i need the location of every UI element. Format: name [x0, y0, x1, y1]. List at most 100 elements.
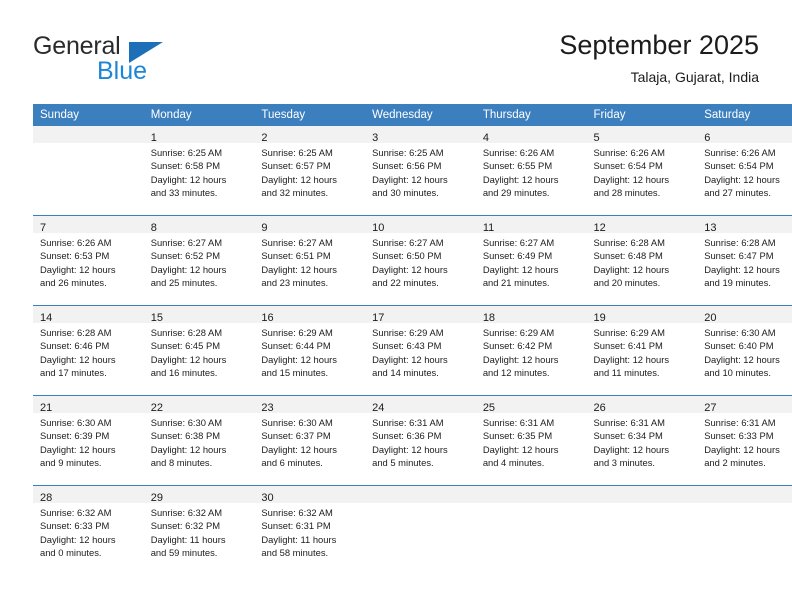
day-number: 29 [150, 492, 163, 504]
day-number: 5 [593, 132, 600, 144]
day-number: 25 [482, 402, 496, 414]
day-number-band: 8 [143, 216, 255, 234]
day-cell[interactable]: 11 Sunrise: 6:27 AM Sunset: 6:49 PM Dayligh… [475, 215, 587, 306]
day-cell[interactable]: 12 Sunrise: 6:28 AM Sunset: 6:48 PM Dayligh… [586, 215, 698, 306]
sunset-text: Sunset: 6:46 PM [40, 340, 110, 352]
sunrise-text: Sunrise: 6:29 AM [593, 327, 665, 338]
daylight-text-line1: Daylight: 12 hours [372, 443, 448, 455]
sunset-text: Sunset: 6:37 PM [261, 430, 331, 442]
day-cell[interactable]: 1 Sunrise: 6:25 AM Sunset: 6:58 PM Daylight… [143, 126, 255, 216]
day-cell[interactable]: 18 Sunrise: 6:29 AM Sunset: 6:42 PM Dayligh… [475, 305, 587, 396]
day-cell[interactable]: 17 Sunrise: 6:29 AM Sunset: 6:43 PM Dayligh… [365, 305, 476, 396]
daylight-text-line1: Daylight: 11 hours [261, 533, 337, 545]
day-cell-details [33, 143, 144, 146]
day-cell[interactable]: 21 Sunrise: 6:30 AM Sunset: 6:39 PM Dayligh… [33, 395, 144, 486]
day-cell[interactable]: 16 Sunrise: 6:29 AM Sunset: 6:44 PM Dayligh… [254, 305, 366, 396]
day-cell[interactable]: 26 Sunrise: 6:31 AM Sunset: 6:34 PM Dayligh… [586, 395, 698, 486]
day-cell[interactable]: 22 Sunrise: 6:30 AM Sunset: 6:38 PM Dayligh… [143, 395, 255, 486]
sunset-text: Sunset: 6:54 PM [704, 160, 774, 172]
day-cell-inner: 10 Sunrise: 6:27 AM Sunset: 6:50 PM Dayligh… [365, 216, 476, 305]
day-cell[interactable]: 7 Sunrise: 6:26 AM Sunset: 6:53 PM Daylight… [33, 215, 144, 306]
day-cell-details: Sunrise: 6:28 AM Sunset: 6:48 PM Daylight:… [587, 233, 698, 289]
sunrise-text: Sunrise: 6:26 AM [704, 147, 776, 158]
day-cell[interactable]: 29 Sunrise: 6:32 AM Sunset: 6:32 PM Dayligh… [143, 485, 255, 575]
daylight-text-line1: Daylight: 12 hours [40, 353, 116, 365]
day-cell[interactable]: 25 Sunrise: 6:31 AM Sunset: 6:35 PM Dayligh… [475, 395, 587, 486]
day-cell[interactable]: 14 Sunrise: 6:28 AM Sunset: 6:46 PM Dayligh… [33, 305, 144, 396]
sunrise-text: Sunrise: 6:31 AM [482, 417, 555, 428]
day-number: 10 [372, 222, 385, 234]
sunrise-text: Sunrise: 6:27 AM [482, 237, 555, 248]
day-cell[interactable]: 6 Sunrise: 6:26 AM Sunset: 6:54 PM Daylight… [697, 126, 792, 216]
calendar-week-row: 14 Sunrise: 6:28 AM Sunset: 6:46 PM Dayligh… [33, 305, 792, 396]
daylight-text-line1: Daylight: 12 hours [261, 263, 337, 275]
day-cell-details: Sunrise: 6:31 AM Sunset: 6:35 PM Daylight:… [476, 413, 587, 469]
sunset-text: Sunset: 6:50 PM [372, 250, 442, 262]
day-number-band: 14 [33, 306, 144, 324]
daylight-text-line2: and 0 minutes. [40, 546, 102, 558]
daylight-text-line1: Daylight: 12 hours [704, 443, 780, 455]
day-cell-inner: 16 Sunrise: 6:29 AM Sunset: 6:44 PM Dayligh… [254, 306, 366, 395]
day-cell[interactable]: 15 Sunrise: 6:28 AM Sunset: 6:45 PM Dayligh… [143, 305, 255, 396]
day-cell[interactable]: 30 Sunrise: 6:32 AM Sunset: 6:31 PM Dayligh… [254, 485, 366, 575]
daylight-text-line2: and 14 minutes. [372, 366, 439, 378]
day-cell-inner [33, 126, 144, 215]
day-cell[interactable]: 3 Sunrise: 6:25 AM Sunset: 6:56 PM Daylight… [365, 126, 476, 216]
sunrise-text: Sunrise: 6:25 AM [150, 147, 223, 158]
day-cell-details: Sunrise: 6:27 AM Sunset: 6:51 PM Daylight:… [254, 233, 365, 289]
sunset-text: Sunset: 6:47 PM [704, 250, 774, 262]
day-cell[interactable]: 4 Sunrise: 6:26 AM Sunset: 6:55 PM Daylight… [475, 126, 587, 216]
daylight-text-line2: and 17 minutes. [40, 366, 107, 378]
day-number-band: 22 [143, 396, 255, 414]
daylight-text-line2: and 15 minutes. [261, 366, 329, 378]
day-cell[interactable]: 2 Sunrise: 6:25 AM Sunset: 6:57 PM Daylight… [254, 126, 366, 216]
day-cell-inner [475, 486, 587, 575]
day-number: 12 [593, 222, 606, 234]
calendar-table: Sunday Monday Tuesday Wednesday Thursday Frid… [33, 104, 792, 575]
sunset-text: Sunset: 6:32 PM [150, 520, 221, 532]
day-cell-empty [586, 485, 698, 575]
day-number-band: 25 [475, 396, 587, 414]
day-cell-inner: 30 Sunrise: 6:32 AM Sunset: 6:31 PM Dayligh… [254, 486, 366, 575]
day-cell[interactable]: 23 Sunrise: 6:30 AM Sunset: 6:37 PM Dayligh… [254, 395, 366, 486]
daylight-text-line2: and 4 minutes. [482, 456, 545, 468]
day-number-band [586, 486, 698, 503]
day-cell[interactable]: 13 Sunrise: 6:28 AM Sunset: 6:47 PM Dayligh… [697, 215, 792, 306]
day-cell[interactable]: 8 Sunrise: 6:27 AM Sunset: 6:52 PM Daylight… [143, 215, 255, 306]
daylight-text-line2: and 29 minutes. [482, 186, 550, 198]
day-cell[interactable]: 28 Sunrise: 6:32 AM Sunset: 6:33 PM Dayligh… [33, 485, 144, 575]
day-number-band: 1 [143, 126, 255, 144]
day-number: 27 [704, 402, 717, 414]
daylight-text-line1: Daylight: 12 hours [40, 533, 116, 545]
day-cell[interactable]: 9 Sunrise: 6:27 AM Sunset: 6:51 PM Daylight… [254, 215, 366, 306]
day-cell-details: Sunrise: 6:28 AM Sunset: 6:45 PM Daylight:… [144, 323, 255, 379]
sunrise-text: Sunrise: 6:28 AM [704, 237, 776, 248]
brand-logo[interactable]: General Blue [33, 32, 253, 88]
day-cell-details: Sunrise: 6:32 AM Sunset: 6:32 PM Daylight:… [144, 503, 255, 559]
sunset-text: Sunset: 6:58 PM [150, 160, 221, 172]
daylight-text-line2: and 21 minutes. [482, 276, 550, 288]
daylight-text-line2: and 26 minutes. [40, 276, 107, 288]
daylight-text-line1: Daylight: 12 hours [482, 263, 559, 275]
day-cell[interactable]: 10 Sunrise: 6:27 AM Sunset: 6:50 PM Dayligh… [365, 215, 476, 306]
day-cell-inner: 11 Sunrise: 6:27 AM Sunset: 6:49 PM Dayligh… [475, 216, 587, 305]
sunset-text: Sunset: 6:56 PM [372, 160, 442, 172]
daylight-text-line2: and 30 minutes. [372, 186, 439, 198]
day-cell[interactable]: 19 Sunrise: 6:29 AM Sunset: 6:41 PM Dayligh… [586, 305, 698, 396]
weekday-header-row: Sunday Monday Tuesday Wednesday Thursday Frid… [33, 104, 792, 126]
day-number: 21 [40, 402, 53, 414]
day-cell[interactable]: 27 Sunrise: 6:31 AM Sunset: 6:33 PM Dayligh… [697, 395, 792, 486]
weekday-header-sunday: Sunday [33, 104, 144, 126]
day-number-band [365, 486, 476, 503]
day-cell[interactable]: 24 Sunrise: 6:31 AM Sunset: 6:36 PM Dayligh… [365, 395, 476, 486]
day-cell-inner: 5 Sunrise: 6:26 AM Sunset: 6:54 PM Daylight… [586, 126, 698, 215]
brand-name-bottom: Blue [97, 57, 148, 85]
daylight-text-line2: and 12 minutes. [482, 366, 550, 378]
sunrise-text: Sunrise: 6:26 AM [482, 147, 555, 158]
day-number-band [697, 486, 792, 503]
day-cell[interactable]: 5 Sunrise: 6:26 AM Sunset: 6:54 PM Daylight… [586, 126, 698, 216]
day-cell[interactable]: 20 Sunrise: 6:30 AM Sunset: 6:40 PM Dayligh… [697, 305, 792, 396]
daylight-text-line2: and 9 minutes. [40, 456, 102, 468]
day-cell-inner: 22 Sunrise: 6:30 AM Sunset: 6:38 PM Dayligh… [143, 396, 255, 485]
sunset-text: Sunset: 6:45 PM [150, 340, 221, 352]
